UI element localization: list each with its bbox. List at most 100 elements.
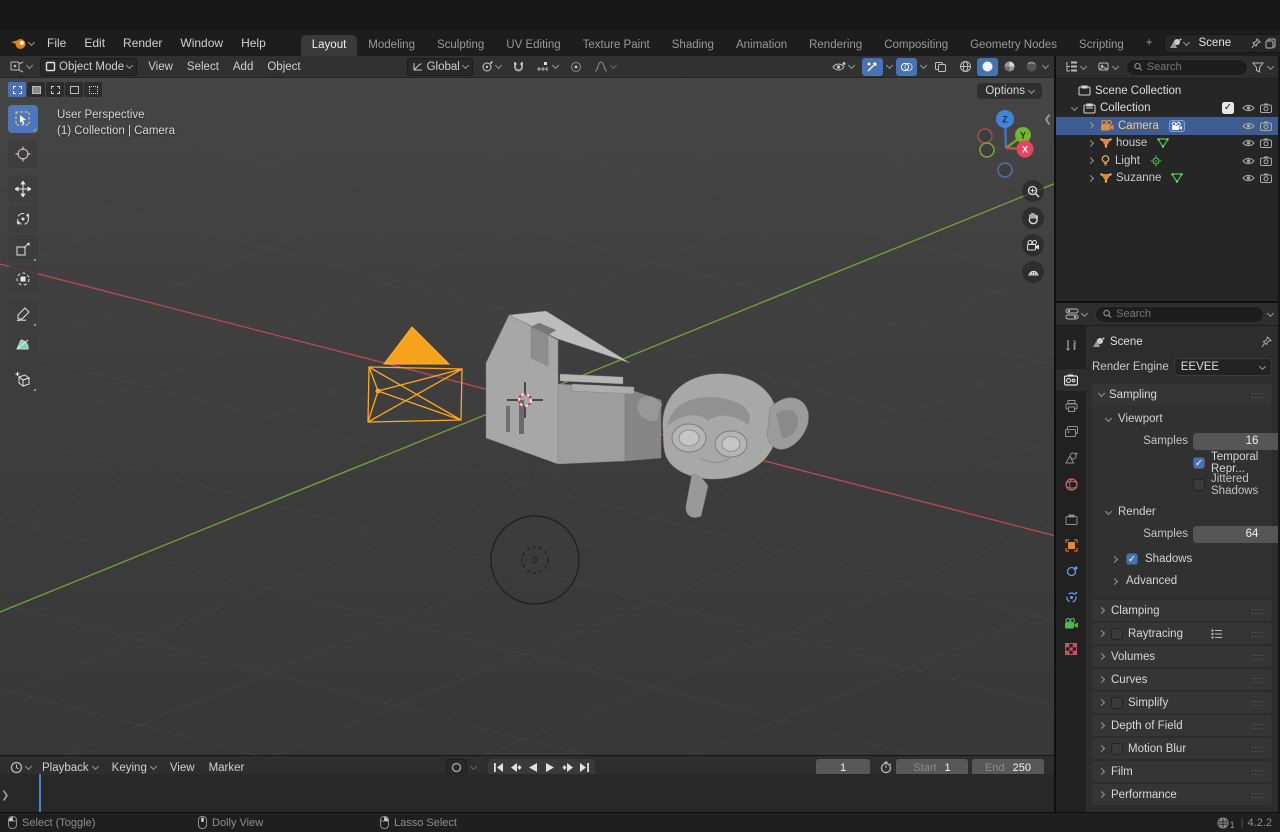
object-name[interactable]: Suzanne (1116, 172, 1161, 184)
filter-icon[interactable] (1252, 62, 1264, 73)
jittered-shadows-checkbox[interactable] (1193, 479, 1205, 491)
disable-render-icon[interactable] (1257, 121, 1274, 131)
drag-handle-icon[interactable]: :::: (1251, 652, 1265, 662)
menubar-item[interactable]: File (38, 36, 75, 50)
outliner-object-row[interactable]: Camera (1056, 117, 1278, 135)
auto-keying-dropdown-icon[interactable] (470, 763, 477, 770)
shading-rendered-button[interactable] (1021, 58, 1042, 76)
workspace-tab[interactable]: Shading (661, 35, 725, 56)
transform-orientation-selector[interactable]: Global (407, 58, 473, 76)
move-tool[interactable] (8, 175, 38, 203)
drag-handle-icon[interactable]: :::: (1251, 629, 1265, 639)
drag-handle-icon[interactable]: :::: (1251, 606, 1265, 616)
object-name[interactable]: Light (1115, 155, 1140, 167)
annotate-tool[interactable] (8, 300, 38, 328)
options-button[interactable]: Options (977, 83, 1042, 99)
ortho-toggle-icon[interactable] (1022, 261, 1044, 283)
mesh-data-icon[interactable] (1171, 173, 1183, 183)
disable-render-icon[interactable] (1257, 156, 1274, 166)
viewport-menu-item[interactable]: View (141, 61, 180, 73)
shading-dropdown-icon[interactable] (1042, 62, 1049, 69)
workspace-tab[interactable]: Texture Paint (572, 35, 661, 56)
tab-collection[interactable] (1056, 508, 1086, 530)
tab-world[interactable] (1056, 473, 1086, 495)
render-subpanel-header[interactable]: Render (1092, 501, 1272, 523)
outliner-search[interactable] (1126, 59, 1248, 76)
camera-data-icon[interactable] (1169, 120, 1185, 132)
timeline-menu-item[interactable]: Marker (202, 762, 252, 774)
workspace-tab[interactable]: Scripting (1068, 35, 1135, 56)
outliner-display-mode-button[interactable] (1094, 58, 1122, 76)
drag-handle-icon[interactable]: :::: (1251, 790, 1265, 800)
expand-chevron-icon[interactable] (1087, 157, 1094, 164)
render-engine-dropdown[interactable]: EEVEE (1174, 358, 1272, 376)
tab-scene[interactable] (1056, 447, 1086, 469)
viewport-subpanel-header[interactable]: Viewport (1092, 408, 1272, 430)
tab-view-layer[interactable] (1056, 421, 1086, 443)
workspace-tab[interactable]: Modeling (357, 35, 426, 56)
scene-name[interactable]: Scene (1193, 37, 1247, 49)
snap-target-selector[interactable] (532, 58, 562, 76)
drag-handle-icon[interactable]: :::: (1251, 721, 1265, 731)
select-mode-subtract[interactable] (46, 82, 64, 97)
timeline-track[interactable] (0, 774, 1054, 812)
tab-physics[interactable] (1056, 560, 1086, 582)
properties-panel-header[interactable]: Curves :::: (1092, 669, 1272, 690)
select-box-tool[interactable] (8, 105, 38, 133)
viewport-3d[interactable]: User Perspective (1) Collection | Camera… (0, 78, 1054, 755)
measure-tool[interactable] (8, 330, 38, 358)
hide-eye-icon[interactable] (1240, 138, 1257, 148)
camera-view-icon[interactable] (1022, 234, 1044, 256)
tab-object[interactable] (1056, 534, 1086, 556)
tab-tool[interactable] (1056, 334, 1086, 356)
breadcrumb-scene-name[interactable]: Scene (1110, 336, 1143, 348)
expand-chevron-icon[interactable] (1087, 175, 1094, 182)
workspace-tab[interactable]: UV Editing (495, 35, 571, 56)
hide-eye-icon[interactable] (1240, 173, 1257, 183)
overlays-dropdown-icon[interactable] (920, 62, 927, 69)
expand-chevron-icon[interactable] (1087, 122, 1094, 129)
temporal-reprojection-checkbox[interactable]: ✓ (1193, 457, 1205, 469)
show-gizmo-toggle[interactable] (862, 58, 883, 76)
outliner-object-row[interactable]: Light (1056, 152, 1278, 170)
tab-constraints[interactable] (1056, 586, 1086, 608)
select-mode-set[interactable] (8, 82, 26, 97)
tab-texture[interactable] (1056, 638, 1086, 660)
select-mode-intersect[interactable] (84, 82, 102, 97)
workspace-tab[interactable]: Geometry Nodes (959, 35, 1068, 56)
timeline-menu-item[interactable]: View (163, 762, 202, 774)
disable-render-icon[interactable] (1257, 138, 1274, 148)
properties-panel-header[interactable]: Motion Blur :::: (1092, 738, 1272, 759)
cursor-tool[interactable] (8, 140, 38, 168)
blender-logo-icon[interactable] (10, 37, 34, 50)
viewport-menu-item[interactable]: Add (226, 61, 260, 73)
properties-panel-header[interactable]: Performance :::: (1092, 784, 1272, 805)
sampling-panel-header[interactable]: Sampling :::: (1092, 384, 1272, 405)
tab-object-data[interactable] (1056, 612, 1086, 634)
mode-selector[interactable]: Object Mode (40, 58, 137, 76)
menubar-item[interactable]: Render (114, 36, 171, 50)
object-name[interactable]: Camera (1118, 120, 1159, 132)
collection-label[interactable]: Collection (1100, 102, 1151, 114)
outliner-row-collection[interactable]: Collection ✓ (1056, 100, 1278, 118)
collection-checkbox[interactable]: ✓ (1222, 102, 1234, 114)
shading-solid-button[interactable] (977, 58, 998, 76)
scene-collection-label[interactable]: Scene Collection (1095, 85, 1181, 97)
select-mode-invert[interactable] (65, 82, 83, 97)
outliner-editor-type-button[interactable] (1061, 58, 1090, 76)
properties-panel-header[interactable]: Depth of Field :::: (1092, 715, 1272, 736)
workspace-tab[interactable]: Sculpting (426, 35, 495, 56)
workspace-tab[interactable]: Compositing (873, 35, 959, 56)
properties-editor-type-button[interactable] (1061, 305, 1091, 323)
panel-checkbox[interactable] (1111, 743, 1123, 755)
panel-checkbox[interactable] (1111, 628, 1123, 640)
preset-list-icon[interactable] (1211, 629, 1223, 639)
show-object-types-selector[interactable] (828, 58, 858, 76)
expand-chevron-icon[interactable] (1087, 140, 1094, 147)
hide-eye-icon[interactable] (1240, 121, 1257, 131)
gizmo-dropdown-icon[interactable] (886, 62, 893, 69)
object-name[interactable]: house (1116, 137, 1147, 149)
pivot-point-selector[interactable] (477, 58, 505, 76)
viewport-menu-item[interactable]: Object (260, 61, 307, 73)
outliner-object-row[interactable]: Suzanne (1056, 170, 1278, 188)
